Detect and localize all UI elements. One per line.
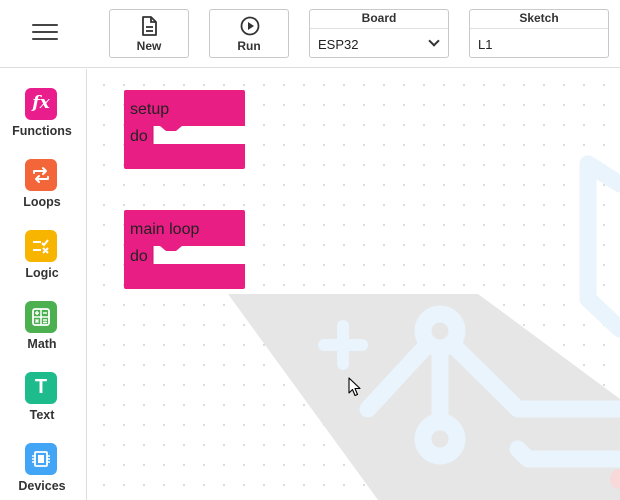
sketch-label: Sketch	[519, 11, 559, 25]
block-workspace[interactable]: setup do main loop do	[88, 69, 620, 500]
top-toolbar: New Run Board ESP32 Sketch L1	[0, 0, 620, 68]
sidebar-item-text[interactable]: T Text	[0, 372, 84, 436]
sidebar-item-devices[interactable]: Devices	[0, 443, 84, 500]
mouse-cursor-icon	[348, 377, 361, 397]
sidebar-item-math[interactable]: Math	[0, 301, 84, 365]
run-button-label: Run	[237, 39, 261, 53]
hamburger-menu-icon[interactable]	[32, 24, 58, 44]
new-file-icon	[142, 16, 157, 36]
logic-icon	[25, 230, 57, 262]
new-button[interactable]: New	[109, 9, 189, 58]
board-select[interactable]: Board ESP32	[309, 9, 449, 58]
sidebar-item-label: Logic	[25, 266, 59, 280]
sidebar-item-logic[interactable]: Logic	[0, 230, 84, 294]
new-button-label: New	[136, 39, 162, 53]
board-label: Board	[361, 11, 397, 25]
calculator-icon	[25, 301, 57, 333]
sidebar-item-label: Text	[29, 408, 55, 422]
setup-do-label: do	[130, 128, 148, 145]
loop-arrows-icon	[25, 159, 57, 191]
category-sidebar: fx Functions Loops Logic Math T Text Dev…	[0, 69, 87, 500]
fx-icon: fx	[25, 88, 57, 120]
play-circle-icon	[240, 16, 260, 36]
sidebar-item-label: Functions	[12, 124, 72, 138]
sketch-name-input[interactable]: L1	[470, 28, 608, 57]
sidebar-item-loops[interactable]: Loops	[0, 159, 84, 223]
main-loop-block-title: main loop	[130, 221, 200, 238]
setup-block-title: setup	[130, 101, 170, 118]
main-loop-do-label: do	[130, 248, 148, 265]
run-button[interactable]: Run	[209, 9, 289, 58]
chip-icon	[25, 443, 57, 475]
sidebar-item-functions[interactable]: fx Functions	[0, 88, 84, 152]
sketch-field[interactable]: Sketch L1	[469, 9, 609, 58]
sidebar-item-label: Math	[27, 337, 57, 351]
sidebar-item-label: Loops	[23, 195, 61, 209]
sidebar-item-label: Devices	[18, 479, 66, 493]
text-icon: T	[25, 372, 57, 404]
board-value[interactable]: ESP32	[310, 28, 448, 57]
